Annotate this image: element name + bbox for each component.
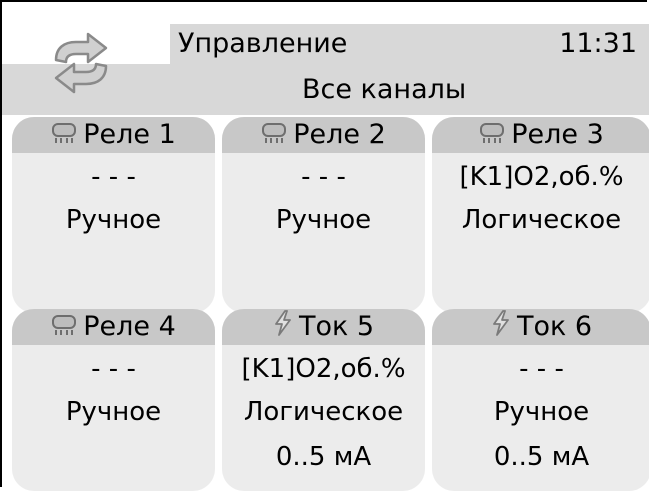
lightning-icon xyxy=(273,309,293,346)
channel-value: [K1]O2,об.% xyxy=(241,354,406,384)
relay-icon xyxy=(51,118,77,154)
channel-tile-relay-2[interactable]: Реле 2 - - - Ручное xyxy=(222,117,425,313)
channel-range: 0..5 мА xyxy=(493,442,590,472)
channel-header: Реле 3 xyxy=(432,117,649,153)
channel-tile-current-5[interactable]: Ток 5 [K1]O2,об.% Логическое 0..5 мА xyxy=(222,309,425,491)
relay-icon xyxy=(51,310,77,346)
channel-tile-relay-1[interactable]: Реле 1 - - - Ручное xyxy=(12,117,215,313)
channel-header: Реле 1 xyxy=(12,117,215,153)
channel-mode: Ручное xyxy=(493,397,590,427)
channel-mode: Ручное xyxy=(65,205,162,235)
screen-subtitle: Все каналы xyxy=(302,74,467,105)
channel-mode: Логическое xyxy=(461,205,622,235)
channel-value: - - - xyxy=(519,354,564,384)
channel-header: Реле 2 xyxy=(222,117,425,153)
channel-tile-relay-4[interactable]: Реле 4 - - - Ручное xyxy=(12,309,215,491)
relay-icon xyxy=(261,118,287,154)
channel-name: Ток 6 xyxy=(516,311,593,342)
lightning-icon xyxy=(491,309,511,346)
device-screen: Управление 11:31 Все каналы Реле 1 - - -… xyxy=(0,0,649,491)
channel-name: Реле 1 xyxy=(83,119,176,150)
channel-mode: Ручное xyxy=(275,205,372,235)
relay-icon xyxy=(479,118,505,154)
channel-value: - - - xyxy=(301,162,346,192)
screen-title: Управление xyxy=(178,28,348,59)
channel-header: Ток 5 xyxy=(222,309,425,345)
channel-range: 0..5 мА xyxy=(275,442,372,472)
channel-tile-relay-3[interactable]: Реле 3 [K1]O2,об.% Логическое xyxy=(432,117,649,313)
channel-tile-current-6[interactable]: Ток 6 - - - Ручное 0..5 мА xyxy=(432,309,649,491)
channel-header: Ток 6 xyxy=(432,309,649,345)
channel-name: Ток 5 xyxy=(298,311,375,342)
sync-arrows-icon[interactable] xyxy=(46,22,116,102)
channel-header: Реле 4 xyxy=(12,309,215,345)
channel-value: - - - xyxy=(91,162,136,192)
channel-mode: Ручное xyxy=(65,397,162,427)
channel-name: Реле 4 xyxy=(83,311,176,342)
channel-name: Реле 3 xyxy=(511,119,604,150)
channel-mode: Логическое xyxy=(243,397,404,427)
channel-value: [K1]O2,об.% xyxy=(459,162,624,192)
clock: 11:31 xyxy=(559,28,637,59)
channel-name: Реле 2 xyxy=(293,119,386,150)
channel-value: - - - xyxy=(91,354,136,384)
